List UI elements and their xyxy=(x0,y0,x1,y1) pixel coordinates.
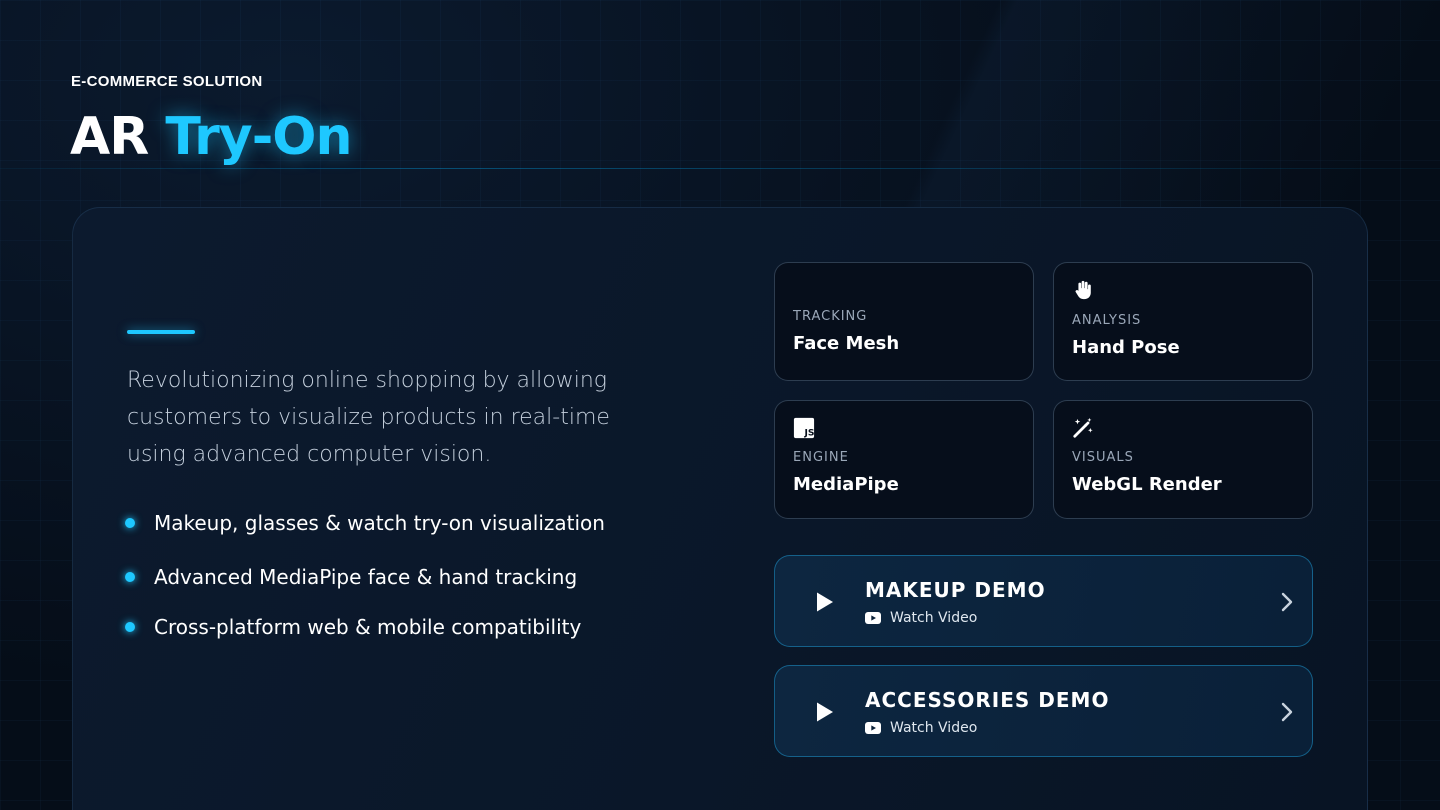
tile-label: ANALYSIS xyxy=(1072,313,1142,328)
chevron-right-icon xyxy=(1281,592,1293,612)
feature-item: Advanced MediaPipe face & hand tracking xyxy=(125,565,577,589)
bullet-dot-icon xyxy=(125,518,135,528)
header-divider xyxy=(0,168,1440,169)
feature-text: Advanced MediaPipe face & hand tracking xyxy=(154,565,578,589)
feature-item: Makeup, glasses & watch try-on visualiza… xyxy=(125,511,605,535)
makeup-demo-button[interactable]: MAKEUP DEMO Watch Video xyxy=(774,555,1313,647)
play-icon xyxy=(817,702,833,722)
tile-label: VISUALS xyxy=(1072,450,1134,465)
bullet-dot-icon xyxy=(125,622,135,632)
tile-label: ENGINE xyxy=(793,450,849,465)
feature-item: Cross-platform web & mobile compatibilit… xyxy=(125,615,581,639)
feature-text: Makeup, glasses & watch try-on visualiza… xyxy=(154,511,605,535)
watch-video-label: Watch Video xyxy=(890,720,978,736)
tile-engine: JS ENGINE MediaPipe xyxy=(774,400,1034,519)
bullet-dot-icon xyxy=(125,572,135,582)
svg-text:JS: JS xyxy=(803,427,814,438)
tile-label: TRACKING xyxy=(793,309,868,324)
tile-value: MediaPipe xyxy=(793,474,899,495)
tile-visuals: VISUALS WebGL Render xyxy=(1053,400,1313,519)
page-title: AR Try-On xyxy=(70,104,353,170)
magic-wand-icon xyxy=(1073,417,1093,438)
watch-video-label: Watch Video xyxy=(890,610,978,626)
tile-analysis: ANALYSIS Hand Pose xyxy=(1053,262,1313,381)
slide: E-COMMERCE SOLUTION AR Try-On Revolution… xyxy=(0,0,1440,810)
youtube-icon xyxy=(865,612,881,624)
hand-icon xyxy=(1075,280,1091,300)
title-accent: Try-On xyxy=(165,107,352,167)
section-eyebrow: E-COMMERCE SOLUTION xyxy=(71,73,263,90)
tile-value: Hand Pose xyxy=(1072,337,1180,358)
play-icon xyxy=(817,592,833,612)
youtube-icon xyxy=(865,722,881,734)
chevron-right-icon xyxy=(1281,702,1293,722)
accessories-demo-button[interactable]: ACCESSORIES DEMO Watch Video xyxy=(774,665,1313,757)
demo-title: ACCESSORIES DEMO xyxy=(865,688,1110,712)
tile-value: Face Mesh xyxy=(793,333,900,354)
tile-value: WebGL Render xyxy=(1072,474,1222,495)
tile-tracking: TRACKING Face Mesh xyxy=(774,262,1034,381)
intro-description: Revolutionizing online shopping by allow… xyxy=(127,368,610,467)
accent-bar xyxy=(127,330,195,334)
feature-text: Cross-platform web & mobile compatibilit… xyxy=(154,615,582,639)
watch-video-link[interactable]: Watch Video xyxy=(865,610,977,626)
title-plain: AR xyxy=(70,107,149,167)
demo-title: MAKEUP DEMO xyxy=(865,578,1046,602)
js-icon: JS xyxy=(793,417,814,438)
watch-video-link[interactable]: Watch Video xyxy=(865,720,977,736)
